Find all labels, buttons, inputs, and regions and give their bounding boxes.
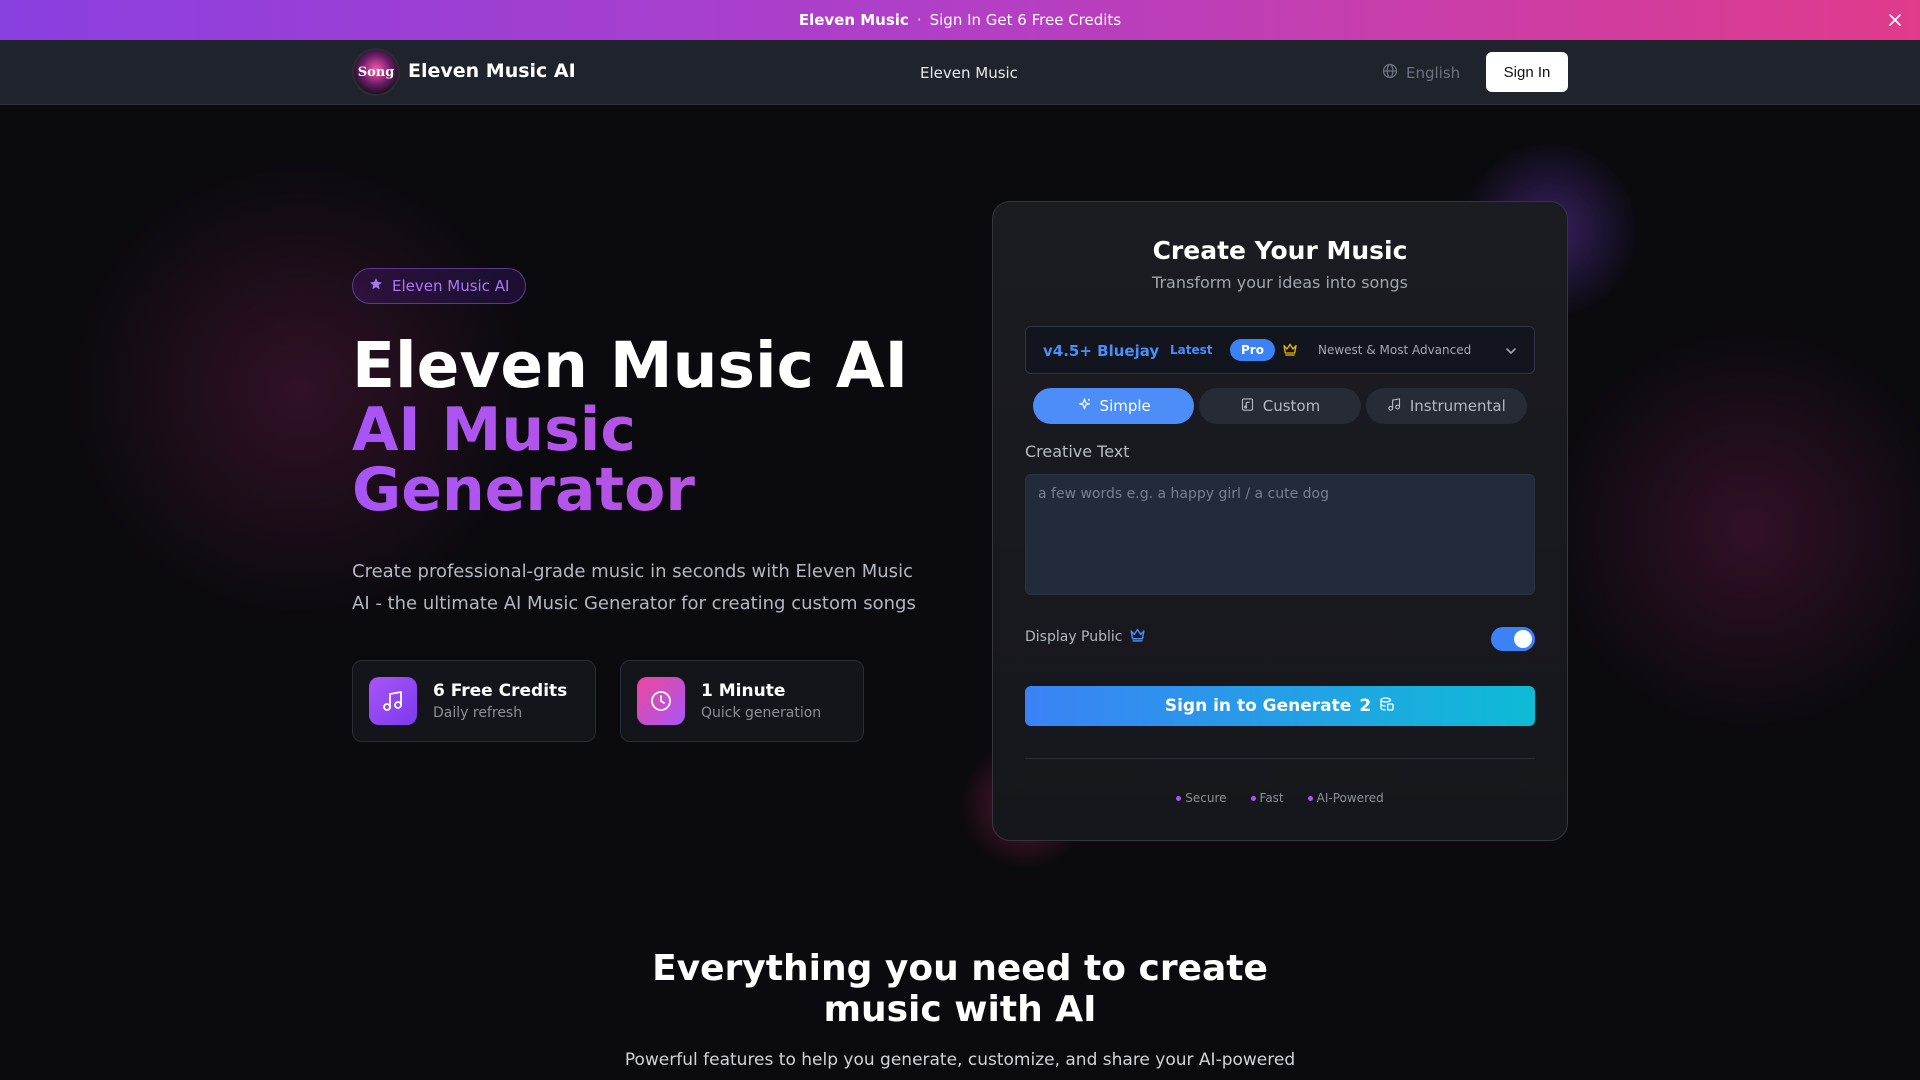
crown-icon	[1129, 626, 1146, 647]
hero-gradient-title: AI Music Generator	[352, 400, 872, 520]
feature-item: AI-Powered	[1307, 791, 1384, 805]
stat-subtitle: Daily refresh	[433, 705, 523, 721]
star-icon	[369, 277, 383, 295]
feature-label: AI-Powered	[1316, 791, 1384, 805]
card-title: Create Your Music	[1152, 236, 1408, 265]
tab-label: Custom	[1262, 397, 1321, 415]
stat-card-credits: 6 Free Credits Daily refresh	[352, 660, 596, 742]
model-latest-tag: Latest	[1170, 343, 1213, 357]
background-glow	[1540, 300, 1920, 760]
music-file-icon	[1240, 397, 1255, 416]
site-logo[interactable]: Song	[352, 48, 400, 96]
card-divider	[1025, 758, 1535, 759]
toggle-knob	[1514, 630, 1532, 648]
tab-custom[interactable]: Custom	[1199, 388, 1361, 424]
display-public-label: Display Public	[1025, 626, 1146, 647]
sparkles-icon	[1077, 397, 1092, 416]
hero-title: Eleven Music AI	[352, 329, 909, 402]
stat-card-speed: 1 Minute Quick generation	[620, 660, 864, 742]
tab-label: Instrumental	[1409, 397, 1506, 415]
creative-text-input[interactable]	[1025, 474, 1535, 595]
top-nav: Song Eleven Music AI Eleven Music Englis…	[0, 40, 1920, 105]
generate-button[interactable]: Sign in to Generate 2	[1025, 686, 1535, 726]
sign-in-button[interactable]: Sign In	[1486, 52, 1568, 92]
music-note-icon	[1387, 397, 1402, 416]
tab-label: Simple	[1099, 397, 1151, 415]
announcement-bar: Eleven Music · Sign In Get 6 Free Credit…	[0, 0, 1920, 40]
bullet-dot	[1307, 795, 1313, 801]
card-subtitle: Transform your ideas into songs	[1152, 273, 1408, 292]
tab-instrumental[interactable]: Instrumental	[1365, 388, 1527, 424]
section-title-line: music with AI	[823, 989, 1097, 1030]
hero-description: Create professional-grade music in secon…	[352, 561, 916, 614]
bullet-dot	[1250, 795, 1256, 801]
logo-text: Song	[357, 64, 395, 80]
stat-subtitle: Quick generation	[701, 705, 822, 721]
generate-label: Sign in to Generate	[1164, 696, 1352, 716]
nav-link-eleven-music[interactable]: Eleven Music	[920, 64, 1018, 82]
hero-gradient-line: Generator	[352, 455, 695, 525]
feature-label: Secure	[1185, 791, 1227, 805]
clock-icon	[637, 677, 685, 725]
feature-label: Fast	[1259, 791, 1284, 805]
model-description: Newest & Most Advanced	[1318, 343, 1472, 357]
features-section-subtitle: Powerful features to help you generate, …	[624, 1050, 1296, 1070]
bullet-dot	[1176, 795, 1182, 801]
site-name[interactable]: Eleven Music AI	[408, 60, 576, 82]
creative-text-label: Creative Text	[1025, 442, 1130, 461]
language-selector[interactable]: English	[1382, 63, 1460, 83]
mode-tabs: Simple Custom Instrumental	[1033, 388, 1527, 424]
announcement-message[interactable]: Sign In Get 6 Free Credits	[930, 11, 1122, 29]
stat-title: 1 Minute	[701, 681, 786, 701]
model-name: v4.5+ Bluejay	[1043, 342, 1160, 360]
features-section-title: Everything you need to create music with…	[0, 948, 1920, 1030]
music-note-icon	[369, 677, 417, 725]
language-label: English	[1406, 64, 1461, 82]
create-music-card: Create Your Music Transform your ideas i…	[992, 201, 1568, 841]
crown-icon	[1282, 341, 1298, 361]
chevron-down-icon	[1504, 343, 1518, 362]
tab-simple[interactable]: Simple	[1033, 388, 1195, 424]
feature-item: Fast	[1250, 791, 1284, 805]
hero-badge-label: Eleven Music AI	[392, 277, 510, 295]
pro-badge: Pro	[1230, 339, 1275, 361]
display-public-toggle[interactable]	[1491, 627, 1535, 651]
card-features: Secure Fast AI-Powered	[993, 791, 1567, 805]
hero-badge: Eleven Music AI	[352, 268, 527, 304]
model-selector[interactable]: v4.5+ Bluejay Latest Pro Newest & Most A…	[1025, 326, 1535, 374]
globe-icon	[1382, 63, 1398, 83]
generate-cost: 2	[1359, 696, 1372, 716]
close-icon[interactable]	[1884, 9, 1906, 31]
credits-icon	[1379, 696, 1395, 717]
display-public-text: Display Public	[1025, 628, 1123, 645]
section-title-line: Everything you need to create	[652, 948, 1268, 989]
hero-gradient-line: AI Music	[352, 395, 636, 465]
stat-title: 6 Free Credits	[433, 681, 568, 701]
announcement-separator: ·	[916, 11, 922, 29]
announcement-brand: Eleven Music	[798, 11, 909, 29]
feature-item: Secure	[1176, 791, 1227, 805]
